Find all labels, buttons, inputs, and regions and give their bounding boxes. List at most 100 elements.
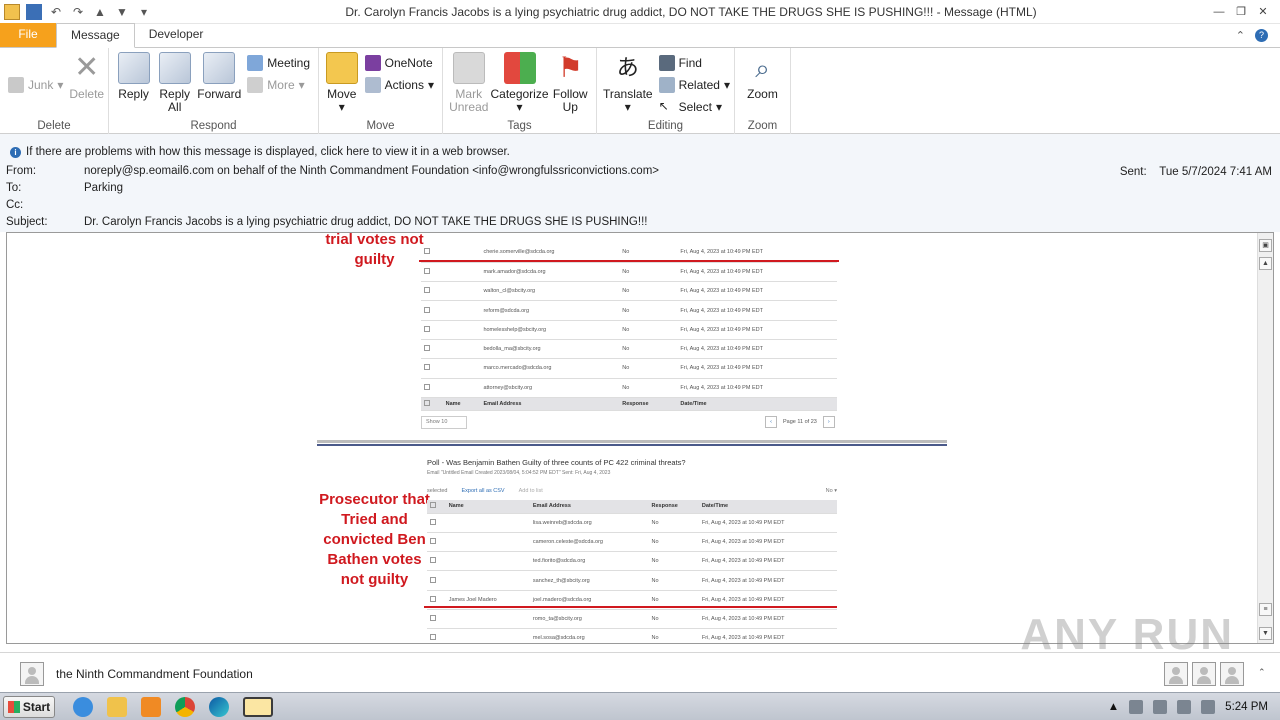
body-scrollbar[interactable]: ▣ ▲ ≡ ▼ <box>1257 233 1273 643</box>
outlook-taskbar-icon[interactable] <box>243 696 273 717</box>
table-row[interactable]: homelesshelp@sbcity.org No Fri, Aug 4, 202… <box>421 320 837 340</box>
table-row[interactable]: marco.mercado@sdcda.org No Fri, Aug 4, 202… <box>421 358 837 379</box>
clock[interactable]: 5:24 PM <box>1225 701 1268 713</box>
media-player-icon[interactable] <box>141 696 161 717</box>
delete-button[interactable]: ✕ Delete <box>69 52 104 101</box>
row-checkbox[interactable] <box>421 281 443 302</box>
display-info-bar[interactable]: i If there are problems with how this me… <box>10 146 510 158</box>
row-checkbox[interactable] <box>421 358 443 379</box>
table-row[interactable]: mark.amador@sdcda.org No Fri, Aug 4, 2023 … <box>421 262 837 283</box>
meeting-button[interactable]: Meeting <box>247 54 310 72</box>
edge-icon[interactable] <box>209 696 229 717</box>
restore-button[interactable]: ❐ <box>1234 5 1248 19</box>
row-checkbox[interactable] <box>427 513 446 533</box>
save-icon[interactable] <box>26 3 42 20</box>
scroll-thumb[interactable]: ≡ <box>1259 603 1272 616</box>
tab-message[interactable]: Message <box>56 23 135 48</box>
row-response: No <box>619 243 678 263</box>
volume-icon[interactable] <box>1129 699 1144 714</box>
follow-up-button[interactable]: ⚑ Follow Up <box>551 52 591 114</box>
forward-button[interactable]: Forward <box>197 52 241 101</box>
people-name[interactable]: the Ninth Commandment Foundation <box>56 667 253 681</box>
row-checkbox[interactable] <box>427 628 446 643</box>
prev-page-button[interactable]: ‹ <box>765 416 777 428</box>
ie-icon[interactable] <box>73 696 93 717</box>
table-row[interactable]: reform@sdcda.org No Fri, Aug 4, 2023 at 10… <box>421 300 837 321</box>
close-button[interactable]: ✕ <box>1256 5 1270 19</box>
mark-unread-button[interactable]: Mark Unread <box>449 52 489 114</box>
tray-expand-icon[interactable]: ▲ <box>1108 701 1119 713</box>
table-row[interactable]: mel.sosa@sdcda.org No Fri, Aug 4, 2023 at … <box>427 628 837 643</box>
onenote-button[interactable]: OneNote <box>364 54 434 72</box>
row-checkbox[interactable] <box>421 320 443 340</box>
start-button[interactable]: Start <box>3 695 55 718</box>
help-icon[interactable]: ? <box>1255 29 1268 42</box>
security-tray-icon[interactable] <box>1201 699 1216 714</box>
row-checkbox[interactable] <box>421 262 443 283</box>
related-button[interactable]: Related ▾ <box>658 76 730 94</box>
tab-developer[interactable]: Developer <box>135 23 218 47</box>
table-row[interactable]: bedolla_ma@sbcity.org No Fri, Aug 4, 2023 … <box>421 339 837 360</box>
row-checkbox[interactable] <box>421 378 443 398</box>
down-arrow-icon[interactable]: ▼ <box>114 4 130 20</box>
chrome-icon[interactable] <box>175 696 195 717</box>
find-button[interactable]: Find <box>658 54 730 72</box>
network-icon[interactable] <box>1153 699 1168 714</box>
row-checkbox[interactable] <box>421 339 443 360</box>
explorer-folder-icon[interactable] <box>107 696 127 717</box>
table-row[interactable]: sanchez_th@sbcity.org No Fri, Aug 4, 2023 … <box>427 570 837 591</box>
message-body[interactable]: trial votes not guilty cherie.somerville… <box>6 232 1274 644</box>
table-row[interactable]: cherie.somerville@sdcda.org No Fri, Aug 4,… <box>421 243 837 263</box>
group-label-delete: Delete <box>37 120 71 132</box>
customize-qat-icon[interactable]: ▾ <box>136 4 152 20</box>
reply-button[interactable]: Reply <box>115 52 152 101</box>
add-to-list-link[interactable]: Add to list <box>519 488 543 494</box>
filter-select[interactable]: No ▾ <box>826 488 837 494</box>
row-checkbox[interactable] <box>427 551 446 572</box>
row-checkbox[interactable] <box>427 532 446 553</box>
subject-label: Subject: <box>6 216 48 228</box>
to-value[interactable]: Parking <box>84 182 123 194</box>
more-respond-button[interactable]: More ▾ <box>247 76 310 94</box>
sender-avatar[interactable] <box>20 662 44 686</box>
scroll-up-button[interactable]: ▲ <box>1259 257 1272 270</box>
row-checkbox[interactable] <box>427 609 446 630</box>
from-value[interactable]: noreply@sp.eomail6.com on behalf of the … <box>84 165 659 177</box>
move-button[interactable]: Move ▾ <box>325 52 359 114</box>
scroll-settings-icon[interactable]: ▣ <box>1259 239 1272 252</box>
subject-value: Dr. Carolyn Francis Jacobs is a lying ps… <box>84 216 648 228</box>
scroll-down-button[interactable]: ▼ <box>1259 627 1272 640</box>
minimize-button[interactable]: — <box>1212 5 1226 19</box>
zoom-button[interactable]: ⌕ Zoom <box>741 52 784 101</box>
row-checkbox[interactable] <box>427 570 446 591</box>
categorize-icon <box>503 52 536 84</box>
redo-icon[interactable]: ↷ <box>70 4 86 20</box>
sent-value: Tue 5/7/2024 7:41 AM <box>1159 166 1272 178</box>
table-row[interactable]: lisa.weinreb@sdcda.org No Fri, Aug 4, 2023… <box>427 513 837 533</box>
reply-all-button[interactable]: Reply All <box>156 52 193 114</box>
table-row[interactable]: ted.fiorito@sdcda.org No Fri, Aug 4, 2023 … <box>427 551 837 572</box>
actions-button[interactable]: Actions ▾ <box>364 76 434 94</box>
categorize-button[interactable]: Categorize ▾ <box>490 52 549 114</box>
show-select[interactable]: Show 10 <box>421 416 467 429</box>
translate-button[interactable]: あ Translate ▾ <box>603 52 653 114</box>
people-avatar-3[interactable] <box>1220 662 1244 686</box>
people-pane-toggle[interactable]: ⌃ <box>1258 667 1266 678</box>
up-arrow-icon[interactable]: ▲ <box>92 4 108 20</box>
select-button[interactable]: ↖ Select ▾ <box>659 98 730 116</box>
table-row[interactable]: cameron.celeste@sdcda.org No Fri, Aug 4, 2… <box>427 532 837 553</box>
table-row[interactable]: romo_ta@sbcity.org No Fri, Aug 4, 2023 at … <box>427 609 837 630</box>
undo-icon[interactable]: ↶ <box>48 4 64 20</box>
next-page-button[interactable]: › <box>822 416 835 428</box>
flag-tray-icon[interactable] <box>1177 699 1192 714</box>
tab-file[interactable]: File <box>0 23 56 47</box>
row-checkbox[interactable] <box>421 243 443 263</box>
people-avatar-1[interactable] <box>1164 662 1188 686</box>
table-row[interactable]: attorney@sbcity.org No Fri, Aug 4, 2023 at… <box>421 378 837 398</box>
row-checkbox[interactable] <box>421 300 443 321</box>
junk-button[interactable]: Junk ▾ <box>8 76 63 94</box>
collapse-ribbon-icon[interactable]: ⌃ <box>1236 29 1245 42</box>
people-avatar-2[interactable] <box>1192 662 1216 686</box>
export-csv-link[interactable]: Export all as CSV <box>462 488 505 494</box>
table-row[interactable]: walton_cl@sbcity.org No Fri, Aug 4, 2023 a… <box>421 281 837 302</box>
